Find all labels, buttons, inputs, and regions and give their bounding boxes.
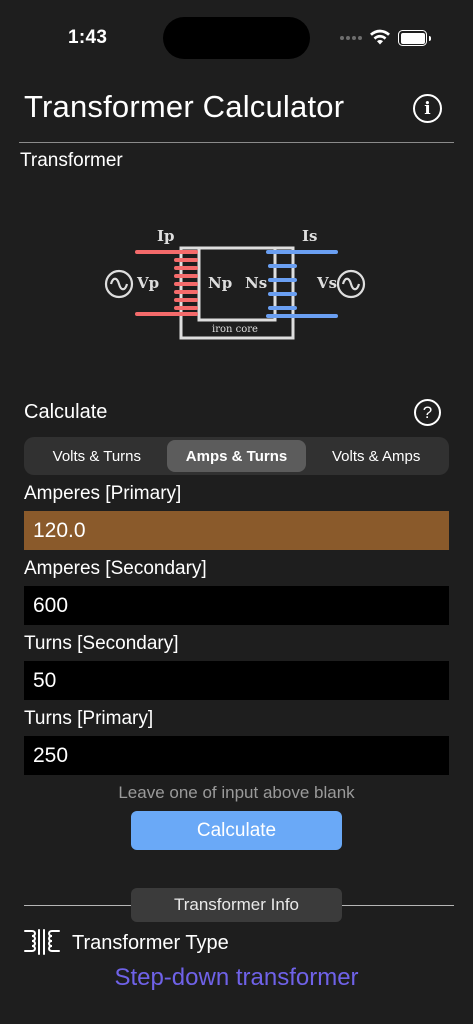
calculate-label: Calculate [24,401,108,423]
label-vs: Vs [316,274,337,292]
amperes-primary-label: Amperes [Primary] [24,483,182,504]
battery-icon [398,30,431,46]
amperes-secondary-input[interactable]: 600 [24,586,449,625]
label-np: Np [208,274,232,292]
turns-secondary-input[interactable]: 50 [24,661,449,700]
turns-primary-label: Turns [Primary] [24,708,154,729]
transformer-symbol-icon [24,929,60,955]
dynamic-island [163,17,310,59]
primary-coil [174,258,198,310]
label-iron-core: iron core [212,324,258,335]
transformer-diagram: Ip Is Vp Vs Np Ns iron core [104,227,366,340]
mode-segmented-control: Volts & Turns Amps & Turns Volts & Amps [24,437,449,475]
tab-volts-amps[interactable]: Volts & Amps [306,440,446,472]
section-label: Transformer [20,150,123,171]
label-ns: Ns [245,274,267,292]
header-divider [19,142,454,143]
label-ip: Ip [157,227,175,245]
label-vp: Vp [136,274,159,292]
turns-secondary-label: Turns [Secondary] [24,633,179,654]
wifi-icon [370,29,390,45]
ac-source-secondary-icon [336,269,366,299]
info-icon[interactable]: i [413,94,442,123]
label-is: Is [302,227,317,245]
transformer-info-badge: Transformer Info [131,888,342,922]
transformer-type-label: Transformer Type [72,932,229,954]
input-hint: Leave one of input above blank [118,783,355,802]
cellular-signal-icon [340,36,362,40]
transformer-type-value: Step-down transformer [114,964,359,991]
screen: 1:43 Transformer Calculator i Transforme… [0,0,473,1024]
page-title: Transformer Calculator [24,89,345,124]
help-icon[interactable]: ? [414,399,441,426]
tab-amps-turns[interactable]: Amps & Turns [166,440,307,472]
amperes-primary-input[interactable]: 120.0 [24,511,449,550]
amperes-secondary-label: Amperes [Secondary] [24,558,207,579]
turns-primary-input[interactable]: 250 [24,736,449,775]
ac-source-primary-icon [104,269,134,299]
status-time: 1:43 [68,27,108,48]
calculate-button[interactable]: Calculate [131,811,342,850]
tab-volts-turns[interactable]: Volts & Turns [27,440,167,472]
